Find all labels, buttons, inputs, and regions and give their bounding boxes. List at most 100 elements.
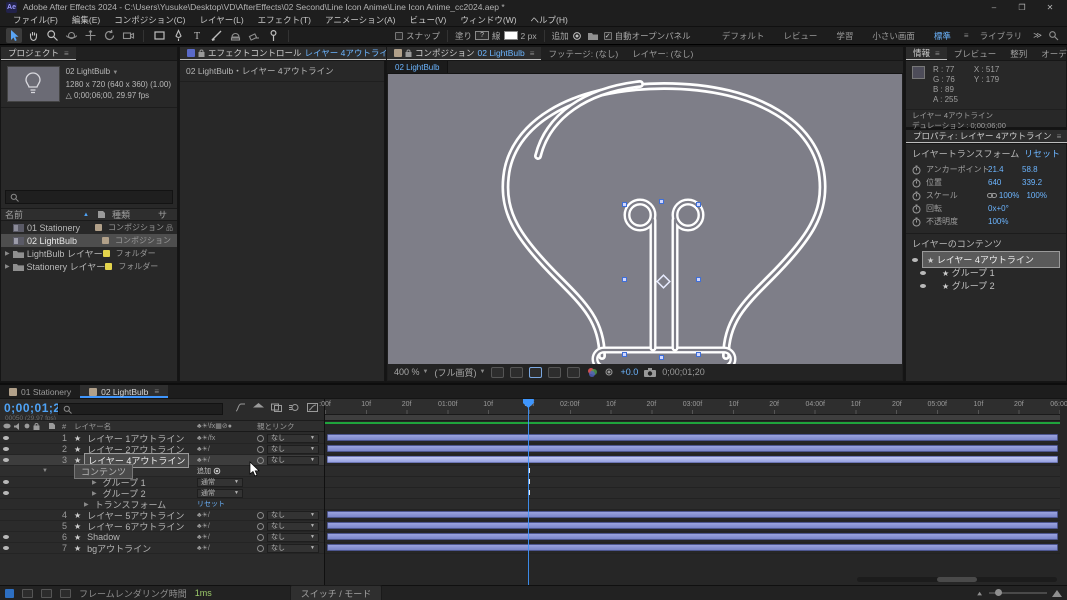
property-value[interactable]: 339.2 [1022,178,1056,187]
property-track-row[interactable] [325,477,1060,488]
project-search[interactable] [5,190,173,204]
property-value[interactable]: 100% [999,191,1027,200]
comp-subtab[interactable]: 02 LightBulb [387,61,448,73]
layer-bar-row[interactable] [325,444,1060,455]
property-track-row[interactable] [325,488,1060,499]
transform-reset-link[interactable]: リセット [1024,147,1060,160]
property-value[interactable]: 58.8 [1022,165,1056,174]
stopwatch-icon[interactable] [912,204,926,214]
workspace-small-screen[interactable]: 小さい画面 [864,30,923,42]
clone-stamp-tool-icon[interactable] [227,28,243,43]
menu-animation[interactable]: アニメーション(A) [318,14,403,26]
draft-3d-icon[interactable] [253,403,264,412]
workspace-menu-icon[interactable]: ≡ [964,31,969,40]
menu-layer[interactable]: レイヤー(L) [193,14,251,26]
channel-icon[interactable] [586,366,598,378]
work-area-bar[interactable] [325,415,1060,421]
layer-row[interactable]: 7 ★bgアウトライン ♣☀/ なし▼ [0,543,324,554]
grid-guides-icon[interactable] [491,367,504,378]
selection-handle[interactable] [696,202,701,207]
layer-bar-row[interactable] [325,543,1060,554]
layer-duration-bar[interactable] [327,544,1058,551]
footer-icon-render[interactable] [60,589,71,598]
property-value[interactable]: 21.4 [988,165,1022,174]
eye-icon[interactable] [920,284,926,288]
composition-viewer[interactable] [388,74,902,364]
layer-bar-row[interactable] [325,455,1060,466]
playhead-line[interactable] [528,407,529,585]
graph-editor-icon[interactable] [307,403,318,412]
hand-tool-icon[interactable] [25,28,41,43]
switches-column[interactable]: ♣☀\fx▦⊘● [197,422,257,430]
footer-icon-composition[interactable] [22,589,33,598]
project-item[interactable]: ▶ LightBulb レイヤー フォルダー [1,247,177,260]
add-target-icon[interactable] [213,467,221,475]
selection-handle[interactable] [696,352,701,357]
tab-footage[interactable]: フッテージ: (なし) [541,47,625,60]
eye-icon[interactable] [920,271,926,275]
tab-project[interactable]: プロジェクト≡ [1,47,76,60]
selection-handle[interactable] [659,199,664,204]
layer-row[interactable]: 5 ★レイヤー 6アウトライン ♣☀/ なし▼ [0,521,324,532]
zoom-tool-icon[interactable] [44,28,60,43]
eye-icon[interactable] [912,258,918,262]
workspace-review[interactable]: レビュー [775,30,825,42]
timeline-track-area[interactable]: :00f 10f 20f 01:00f 10f 20f 02:00f 10f 2… [325,399,1060,585]
workspace-standard[interactable]: 標準 [926,30,959,42]
frame-blending-icon[interactable] [271,403,282,412]
switches-modes-toggle[interactable]: スイッチ / モード [290,585,383,600]
eye-icon[interactable] [3,535,9,539]
lock-icon[interactable] [198,49,205,57]
timeline-tab-stationery[interactable]: 01 Stationery [0,385,80,398]
selection-handle[interactable] [659,355,664,360]
pixel-aspect-icon[interactable] [567,367,580,378]
property-value[interactable]: 100% [1026,191,1060,200]
tab-preview[interactable]: プレビュー [947,47,1004,60]
exposure-value[interactable]: +0.0 [620,367,638,377]
panel-menu-icon[interactable]: ≡ [64,49,69,58]
layer-duration-bar[interactable] [327,511,1058,518]
add-label[interactable]: 追加 [552,30,569,42]
eye-icon[interactable] [3,491,9,495]
close-button[interactable]: ✕ [1039,3,1061,12]
stroke-label[interactable]: 線 [492,30,501,42]
workspace-learn[interactable]: 学習 [828,30,861,42]
pan-tool-icon[interactable] [82,28,98,43]
stopwatch-icon[interactable] [912,191,926,201]
timeline-search[interactable] [58,403,223,415]
twirl-icon[interactable]: ▶ [5,250,13,257]
resolution-select[interactable]: (フル画質)▼ [434,366,485,379]
eye-icon[interactable] [3,546,9,550]
property-track-row[interactable] [325,466,1060,477]
stopwatch-icon[interactable] [912,178,926,188]
region-of-interest-icon[interactable] [529,367,542,378]
zoom-in-icon[interactable] [1052,589,1062,597]
pickwhip-icon[interactable] [257,435,264,442]
eye-icon[interactable] [3,436,9,440]
eye-icon[interactable] [3,447,9,451]
sort-icon[interactable]: ▲ [83,212,97,218]
layer-name-column[interactable]: レイヤー名 [74,421,197,432]
selection-handle[interactable] [622,352,627,357]
parent-select[interactable]: なし▼ [267,434,319,443]
transform-reset-link[interactable]: リセット [197,501,225,508]
zoom-select[interactable]: 400 %▼ [394,367,428,377]
minimize-button[interactable]: – [983,3,1005,12]
selection-handle[interactable] [622,202,627,207]
layer-duration-bar[interactable] [327,445,1058,452]
stopwatch-icon[interactable] [912,217,926,227]
selection-handle[interactable] [696,277,701,282]
project-item[interactable]: ▶ Stationery レイヤー フォルダー [1,260,177,273]
tab-info[interactable]: 情報≡ [906,47,947,60]
tab-effect-controls[interactable]: エフェクトコントロール レイヤー 4アウトライン ≡ [180,47,413,60]
property-value[interactable]: 0x+0° [988,204,1022,213]
mask-visibility-icon[interactable] [510,367,523,378]
selection-handle[interactable] [622,277,627,282]
add-property-button[interactable]: 追加 [197,466,211,476]
camera-tool-icon[interactable] [120,28,136,43]
eraser-tool-icon[interactable] [246,28,262,43]
target-icon[interactable] [572,31,582,41]
folder-icon[interactable] [585,28,601,43]
selection-tool-icon[interactable] [6,28,22,43]
layer-bar-row[interactable] [325,532,1060,543]
